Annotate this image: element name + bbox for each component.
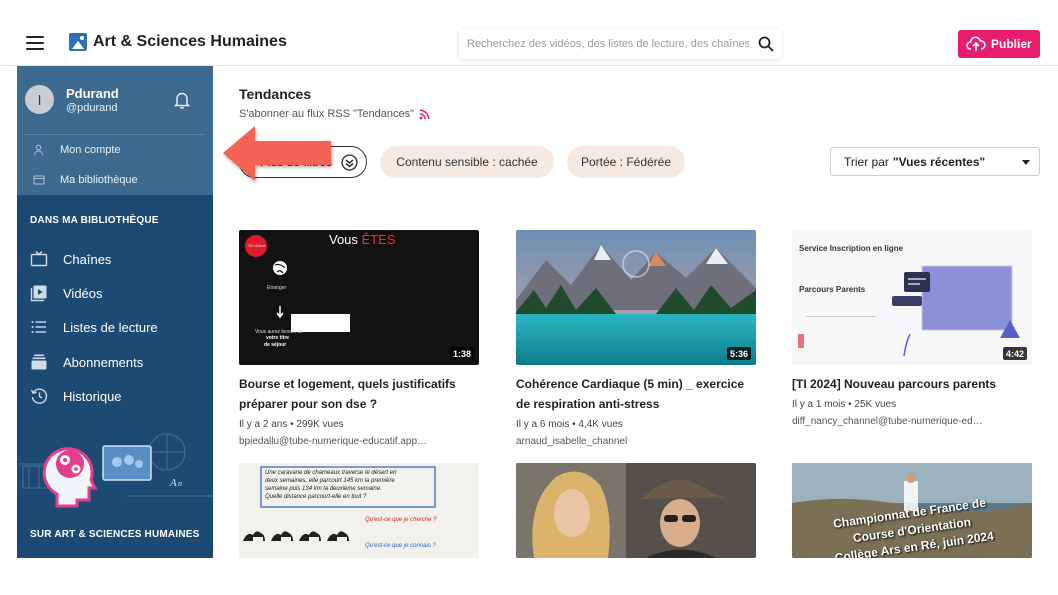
scope-filter[interactable]: Portée : Fédérée bbox=[567, 146, 685, 178]
my-library-label: Ma bibliothèque bbox=[60, 174, 138, 186]
svg-text:A: A bbox=[169, 477, 177, 489]
video-icon bbox=[30, 285, 47, 302]
thumb-caption: Etranger bbox=[267, 285, 287, 291]
thumbnail-art bbox=[516, 230, 756, 365]
publish-button[interactable]: Publier bbox=[958, 30, 1040, 58]
folder-icon bbox=[33, 175, 45, 185]
sidebar-item-history[interactable]: Historique bbox=[30, 385, 210, 407]
sensitive-content-filter[interactable]: Contenu sensible : cachée bbox=[380, 146, 554, 178]
sort-label: Trier par bbox=[844, 154, 889, 169]
about-section-title: SUR ART & SCIENCES HUMAINES bbox=[30, 529, 200, 540]
search-box bbox=[459, 29, 782, 59]
video-thumbnail-5[interactable] bbox=[516, 463, 756, 558]
list-icon bbox=[31, 321, 46, 333]
subscriptions-icon bbox=[31, 354, 47, 370]
search-input[interactable] bbox=[467, 35, 749, 53]
video-meta: Il y a 2 ans • 299K vues bbox=[239, 419, 344, 430]
sort-value: "Vues récentes" bbox=[892, 154, 986, 169]
thumb-subheading: Parcours Parents bbox=[799, 285, 866, 294]
thumb-heading-highlight: ÊTES bbox=[361, 232, 396, 247]
video-title[interactable]: [TI 2024] Nouveau parcours parents bbox=[792, 374, 1032, 394]
sidebar-item-videos[interactable]: Vidéos bbox=[30, 282, 210, 304]
video-thumbnail-2[interactable]: 5:36 bbox=[516, 230, 756, 365]
thumb-heading: Vous ÊTES bbox=[329, 232, 396, 247]
thumb-badge: En Grece bbox=[248, 243, 266, 248]
video-duration: 5:36 bbox=[726, 347, 751, 360]
app-title[interactable]: Art & Sciences Humaines bbox=[93, 33, 287, 51]
avatar[interactable]: l bbox=[25, 85, 54, 114]
user-icon bbox=[34, 144, 43, 156]
thumb-caption: de séjour bbox=[264, 342, 287, 348]
rss-icon bbox=[419, 109, 430, 119]
sidebar-item-label: Listes de lecture bbox=[63, 319, 158, 335]
sidebar-item-playlists[interactable]: Listes de lecture bbox=[30, 316, 210, 338]
video-channel[interactable]: bpiedallu@tube-numerique-educatif.app… bbox=[239, 436, 479, 447]
video-thumbnail-1[interactable]: En Grece Vous ÊTES Etranger Vous aurez b… bbox=[239, 230, 479, 365]
app-root: Art & Sciences Humaines Publier l Pduran… bbox=[0, 0, 1058, 595]
history-icon bbox=[30, 388, 48, 404]
caret-down-icon bbox=[1022, 160, 1030, 165]
menu-icon[interactable] bbox=[26, 36, 44, 50]
video-thumbnail-3[interactable]: Service Inscription en ligne Parcours Pa… bbox=[792, 230, 1032, 365]
sidebar-item-channels[interactable]: Chaînes bbox=[30, 248, 210, 270]
logo-icon[interactable] bbox=[69, 33, 87, 51]
video-thumbnail-4[interactable]: Une caravane de chameaux traverse le dés… bbox=[239, 463, 479, 558]
my-library-link[interactable]: Ma bibliothèque bbox=[29, 171, 138, 189]
search-icon[interactable] bbox=[758, 36, 774, 52]
more-filters-label: Plus de filtres bbox=[260, 155, 333, 169]
video-meta: Il y a 6 mois • 4,4K vues bbox=[516, 419, 623, 430]
sidebar-item-label: Chaînes bbox=[63, 251, 112, 267]
more-filters-button[interactable]: Plus de filtres bbox=[239, 146, 367, 178]
video-meta: Il y a 1 mois • 25K vues bbox=[792, 399, 897, 410]
svg-text:n: n bbox=[178, 479, 182, 488]
video-duration: 1:38 bbox=[449, 347, 474, 360]
thumb-question: Qu'est-ce que je connais ? bbox=[365, 543, 436, 549]
user-handle: @pdurand bbox=[66, 102, 118, 114]
my-account-label: Mon compte bbox=[60, 144, 121, 156]
sidebar-item-label: Vidéos bbox=[63, 285, 103, 301]
video-title[interactable]: Bourse et logement, quels justificatifs … bbox=[239, 374, 479, 414]
rss-subscribe-link[interactable]: S'abonner au flux RSS "Tendances" bbox=[239, 108, 430, 120]
thumb-question: Qu'est-ce que je cherche ? bbox=[365, 517, 437, 523]
thumb-line: deux semaines, elle parcourt 145 km la p… bbox=[265, 478, 395, 484]
publish-label: Publier bbox=[991, 37, 1032, 51]
thumb-problem-text: Une caravane de chameaux traverse le dés… bbox=[265, 469, 437, 501]
sort-select[interactable]: Trier par "Vues récentes" bbox=[830, 147, 1040, 176]
head-gears-illustration: A n bbox=[17, 422, 213, 510]
video-title[interactable]: Cohérence Cardiaque (5 min) _ exercice d… bbox=[516, 374, 756, 414]
top-header: Art & Sciences Humaines Publier bbox=[0, 0, 1058, 66]
video-duration: 4:42 bbox=[1002, 347, 1027, 360]
thumbnail-art bbox=[516, 463, 756, 558]
thumb-heading-text: Vous ÊTES bbox=[329, 232, 396, 247]
user-name[interactable]: Pdurand bbox=[66, 86, 119, 101]
thumb-heading: Service Inscription en ligne bbox=[799, 244, 904, 253]
sidebar-item-label: Abonnements bbox=[63, 354, 144, 370]
rss-label: S'abonner au flux RSS "Tendances" bbox=[239, 108, 415, 120]
thumb-line: semaine puis 134 km la deuxième semaine. bbox=[265, 486, 382, 492]
video-channel[interactable]: diff_nancy_channel@tube-numerique-ed… bbox=[792, 416, 1032, 427]
video-thumbnail-6[interactable]: Championnat de France de Course d'Orient… bbox=[792, 463, 1032, 558]
my-account-link[interactable]: Mon compte bbox=[29, 141, 121, 159]
tv-icon bbox=[30, 251, 48, 267]
divider bbox=[25, 134, 205, 135]
cloud-upload-icon bbox=[966, 36, 986, 51]
double-chevron-down-icon bbox=[341, 154, 358, 171]
sidebar-item-subscriptions[interactable]: Abonnements bbox=[30, 351, 210, 373]
sidebar: l Pdurand @pdurand Mon compte Ma bibliot… bbox=[17, 66, 213, 558]
bell-icon[interactable] bbox=[173, 90, 191, 110]
page-title: Tendances bbox=[239, 86, 312, 102]
thumb-caption: votre titre bbox=[266, 335, 290, 341]
sidebar-item-label: Historique bbox=[63, 388, 122, 404]
library-section-title: DANS MA BIBLIOTHÈQUE bbox=[30, 215, 159, 226]
video-channel[interactable]: arnaud_isabelle_channel bbox=[516, 436, 756, 447]
thumb-line: Quelle distance parcourt-elle en tout ? bbox=[265, 494, 367, 500]
thumb-line: Une caravane de chameaux traverse le dés… bbox=[265, 470, 397, 476]
user-block: l Pdurand @pdurand Mon compte Ma bibliot… bbox=[17, 66, 213, 195]
